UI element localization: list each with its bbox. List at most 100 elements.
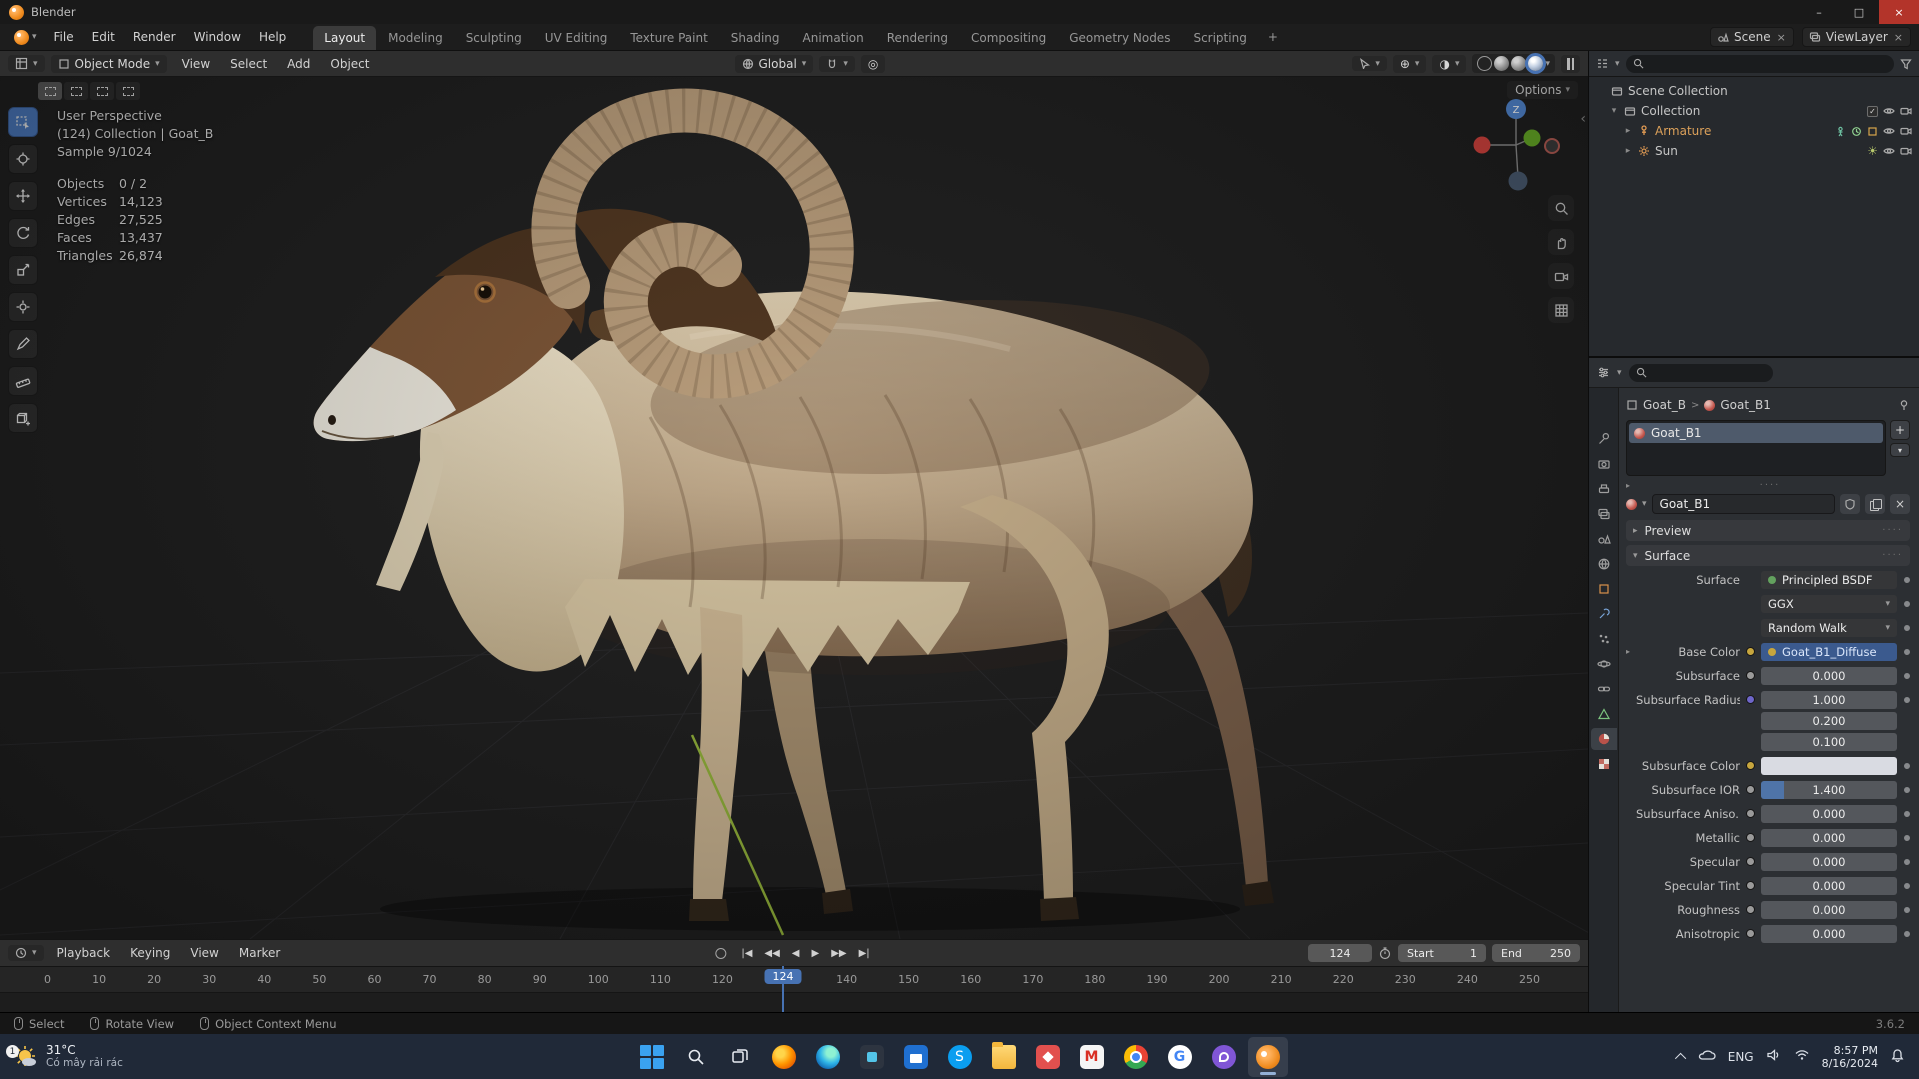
minimize-button[interactable]: – <box>1799 0 1839 24</box>
notification-bell-icon[interactable] <box>1890 1048 1905 1066</box>
radius-z-field[interactable]: 0.100 <box>1761 733 1897 751</box>
material-browse-icon[interactable] <box>1626 499 1637 510</box>
tab-object-data[interactable] <box>1591 703 1617 725</box>
outliner-row-sun[interactable]: ▸ Sun ☀ <box>1593 141 1915 161</box>
float-socket-icon[interactable] <box>1746 809 1755 818</box>
base-color-texture-field[interactable]: Goat_B1_Diffuse <box>1761 643 1897 661</box>
float-socket-icon[interactable] <box>1746 857 1755 866</box>
exclude-checkbox[interactable]: ✓ <box>1867 106 1878 117</box>
tray-overflow-icon[interactable] <box>1675 1052 1686 1063</box>
tab-render[interactable] <box>1591 453 1617 475</box>
workspace-tab[interactable]: Animation <box>792 26 875 50</box>
menu-item[interactable]: Keying <box>121 943 179 963</box>
proportional-editing-toggle[interactable]: ◎ <box>861 55 885 73</box>
specular-tint-field[interactable]: 0.000 <box>1761 877 1897 895</box>
weather-widget[interactable]: 1 31°C Có mây rải rác <box>0 1043 123 1070</box>
float-socket-icon[interactable] <box>1746 785 1755 794</box>
material-slot-list[interactable]: Goat_B1 <box>1626 420 1886 476</box>
animate-dot[interactable] <box>1904 787 1910 793</box>
blender-taskbar-icon[interactable] <box>1248 1037 1288 1077</box>
edge-icon[interactable] <box>808 1037 848 1077</box>
disclosure-icon[interactable]: ▾ <box>1609 106 1619 116</box>
chevron-down-icon[interactable]: ▾ <box>1617 368 1622 378</box>
gizmos-dropdown[interactable]: ⊕ ▾ <box>1393 55 1427 73</box>
outliner-editor-icon[interactable] <box>1596 57 1609 70</box>
camera-view-icon[interactable] <box>1548 263 1574 289</box>
toggle-xray-button[interactable] <box>1561 55 1580 73</box>
anisotropic-field[interactable]: 0.000 <box>1761 925 1897 943</box>
navigation-gizmo[interactable]: Z <box>1466 89 1566 201</box>
pan-hand-icon[interactable] <box>1548 229 1574 255</box>
transport-button[interactable]: ◀ <box>789 946 803 961</box>
float-socket-icon[interactable] <box>1746 671 1755 680</box>
start-frame-field[interactable]: Start 1 <box>1398 944 1486 962</box>
unlink-material-button[interactable]: × <box>1890 494 1910 514</box>
scale-tool[interactable] <box>8 255 38 285</box>
tab-object[interactable] <box>1591 578 1617 600</box>
select-set-button[interactable] <box>38 82 62 100</box>
add-cube-tool[interactable] <box>8 403 38 433</box>
subsurface-method-dropdown[interactable]: Random Walk ▾ <box>1761 619 1897 637</box>
breadcrumb-material[interactable]: Goat_B1 <box>1720 398 1771 412</box>
surface-panel-header[interactable]: ▾ Surface ···· <box>1626 545 1910 566</box>
copy-material-button[interactable] <box>1865 494 1885 514</box>
vector-socket-icon[interactable] <box>1746 695 1755 704</box>
chrome-icon[interactable] <box>1116 1037 1156 1077</box>
outliner-row-armature[interactable]: ▸ Armature <box>1593 121 1915 141</box>
distribution-dropdown[interactable]: GGX ▾ <box>1761 595 1897 613</box>
float-socket-icon[interactable] <box>1746 905 1755 914</box>
current-frame-field[interactable]: 124 <box>1308 944 1372 962</box>
close-icon[interactable]: × <box>1893 31 1904 44</box>
workspace-tab[interactable]: Compositing <box>960 26 1057 50</box>
zoom-icon[interactable] <box>1548 195 1574 221</box>
chevron-down-icon[interactable]: ▾ <box>1642 499 1647 509</box>
menu-item[interactable]: Window <box>185 27 250 47</box>
transport-button[interactable]: ▶▶ <box>828 946 849 961</box>
float-socket-icon[interactable] <box>1746 881 1755 890</box>
animate-dot[interactable] <box>1904 577 1910 583</box>
shading-wireframe-button[interactable] <box>1477 56 1492 71</box>
outliner-row-collection[interactable]: ▾ Collection ✓ <box>1593 101 1915 121</box>
animate-dot[interactable] <box>1904 907 1910 913</box>
overlays-dropdown[interactable]: ◑ ▾ <box>1432 55 1466 73</box>
tab-world[interactable] <box>1591 553 1617 575</box>
subsurface-ior-slider[interactable]: 1.400 <box>1761 781 1897 799</box>
shading-solid-button[interactable] <box>1494 56 1509 71</box>
ortho-grid-icon[interactable] <box>1548 297 1574 323</box>
red-app-icon[interactable] <box>1028 1037 1068 1077</box>
transport-button[interactable]: ▶| <box>856 946 873 961</box>
shading-rendered-button[interactable] <box>1528 56 1543 71</box>
language-indicator[interactable]: ENG <box>1728 1050 1754 1064</box>
shading-material-button[interactable] <box>1511 56 1526 71</box>
specular-field[interactable]: 0.000 <box>1761 853 1897 871</box>
menu-item[interactable]: View <box>181 943 227 963</box>
tab-view-layer[interactable] <box>1591 503 1617 525</box>
start-button[interactable] <box>632 1037 672 1077</box>
menu-item[interactable]: File <box>45 27 83 47</box>
add-workspace-button[interactable]: + <box>1260 26 1286 48</box>
workspace-tab[interactable]: Scripting <box>1182 26 1257 50</box>
task-view-icon[interactable] <box>720 1037 760 1077</box>
disclosure-icon[interactable]: ▸ <box>1623 146 1633 156</box>
teams-icon[interactable] <box>852 1037 892 1077</box>
selectability-dropdown[interactable]: ▾ <box>1352 56 1387 71</box>
properties-editor-icon[interactable] <box>1597 366 1610 379</box>
snap-toggle[interactable]: ▾ <box>819 56 855 72</box>
menu-item[interactable]: View <box>173 54 219 74</box>
google-icon[interactable]: G <box>1160 1037 1200 1077</box>
clock[interactable]: 8:57 PM 8/16/2024 <box>1822 1044 1878 1070</box>
tab-scene[interactable] <box>1591 528 1617 550</box>
firefox-icon[interactable] <box>764 1037 804 1077</box>
search-icon[interactable] <box>676 1037 716 1077</box>
tab-output[interactable] <box>1591 478 1617 500</box>
material-slot-item[interactable]: Goat_B1 <box>1629 423 1883 443</box>
filter-icon[interactable] <box>1900 58 1912 70</box>
float-socket-icon[interactable] <box>1746 929 1755 938</box>
material-name-field[interactable]: Goat_B1 <box>1652 494 1835 514</box>
float-socket-icon[interactable] <box>1746 833 1755 842</box>
menu-item[interactable]: Playback <box>48 943 120 963</box>
expand-icon[interactable]: ▸ <box>1626 647 1636 656</box>
tab-physics[interactable] <box>1591 653 1617 675</box>
editor-type-button[interactable]: ▾ <box>8 55 45 72</box>
animate-dot[interactable] <box>1904 763 1910 769</box>
